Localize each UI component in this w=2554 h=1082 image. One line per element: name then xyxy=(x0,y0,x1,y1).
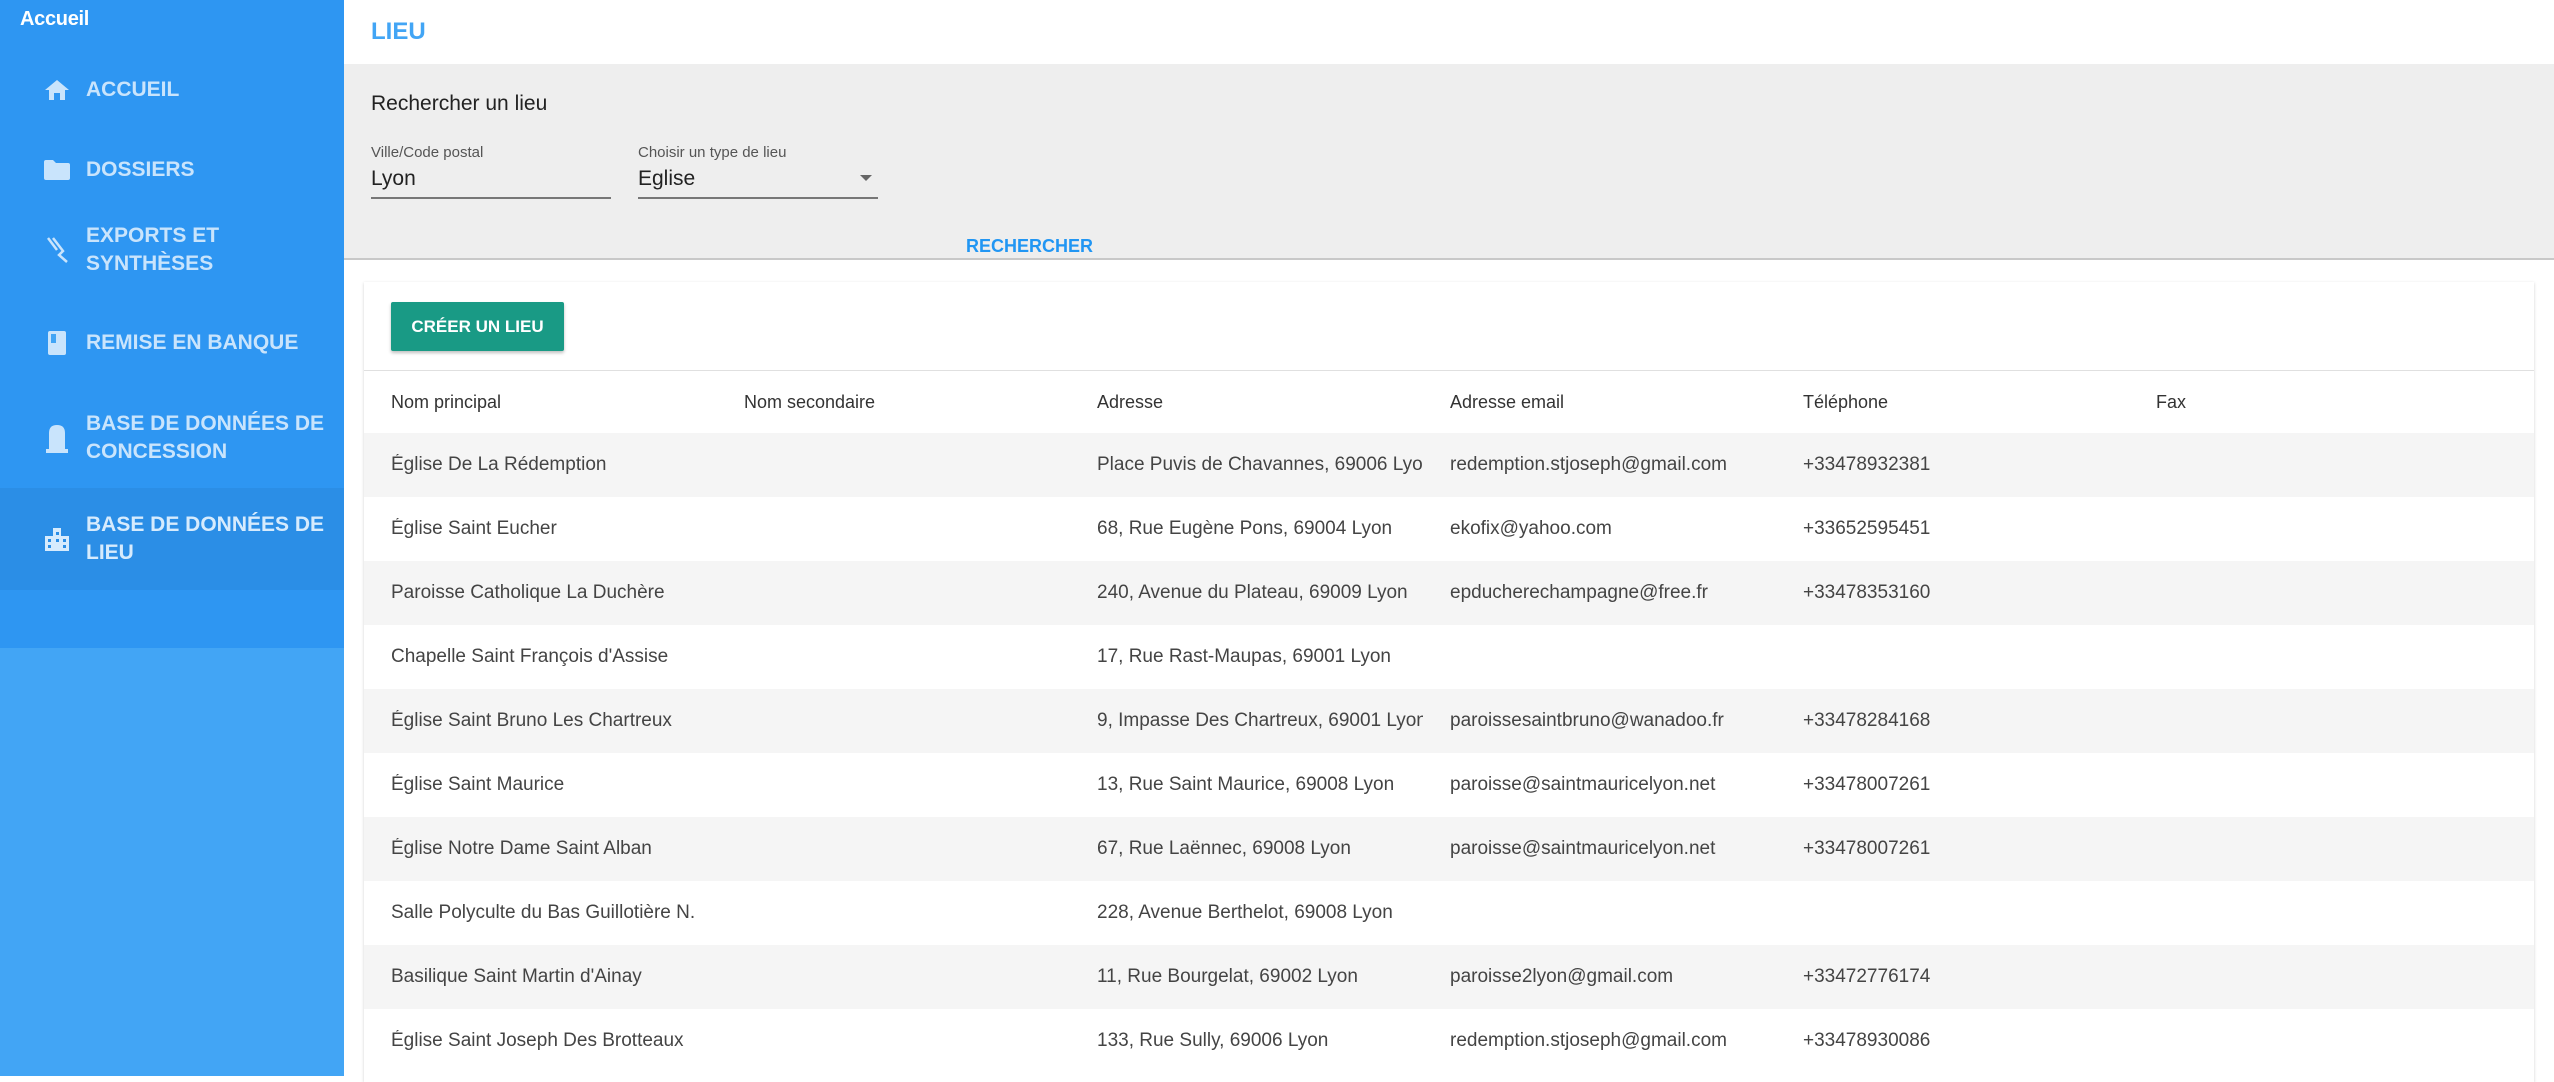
table-cell: epducherechampagne@free.fr xyxy=(1450,582,1709,603)
sidebar-item-concession[interactable]: BASE DE DONNÉES DE CONCESSION xyxy=(0,388,344,488)
sidebar-nav: Accueil ACCUEIL DOSSIERS EXPORTS ET SYNT… xyxy=(0,0,344,648)
home-icon xyxy=(42,75,72,105)
table-cell: Église Saint Maurice xyxy=(391,774,565,795)
table-cell: Salle Polyculte du Bas Guillotière N. xyxy=(391,902,696,923)
table-cell: Chapelle Saint François d'Assise xyxy=(391,646,669,667)
tombstone-icon xyxy=(42,423,72,453)
sidebar-item-label: REMISE EN BANQUE xyxy=(86,331,299,354)
table-cell: 68, Rue Eugène Pons, 69004 Lyon xyxy=(1097,518,1393,539)
sidebar-item-dossiers[interactable]: DOSSIERS xyxy=(0,138,344,202)
table-row[interactable]: Église Saint Eucher 68, Rue Eugène Pons, … xyxy=(364,497,2534,561)
table-cell: 11, Rue Bourgelat, 69002 Lyon xyxy=(1097,966,1358,987)
table-cell: +33478932381 xyxy=(1803,454,1931,475)
places-table: Nom principal Nom secondaire Adresse Adr… xyxy=(364,370,2534,1073)
table-cell: Église Saint Joseph Des Brotteaux xyxy=(391,1030,684,1051)
table-cell: Église De La Rédemption xyxy=(391,454,607,475)
column-header[interactable]: Nom principal xyxy=(364,392,717,413)
column-header[interactable]: Adresse email xyxy=(1423,392,1776,413)
folder-icon xyxy=(42,155,72,185)
main-content: LIEU Rechercher un lieu Ville/Code posta… xyxy=(344,0,2554,1082)
sidebar-item-exports[interactable]: EXPORTS ET SYNTHÈSES xyxy=(0,202,344,298)
table-row[interactable]: Paroisse Catholique La Duchère 240, Avenu… xyxy=(364,561,2534,625)
table-cell: ekofix@yahoo.com xyxy=(1450,518,1612,539)
table-cell: 133, Rue Sully, 69006 Lyon xyxy=(1097,1030,1329,1051)
table-cell: paroissesaintbruno@wanadoo.fr xyxy=(1450,710,1724,731)
table-cell: Église Notre Dame Saint Alban xyxy=(391,838,652,859)
table-row[interactable]: Église Saint Bruno Les Chartreux 9, Impas… xyxy=(364,689,2534,753)
pen-nib-icon xyxy=(42,235,72,265)
table-cell: +33652595451 xyxy=(1803,518,1931,539)
table-header: Nom principal Nom secondaire Adresse Adr… xyxy=(364,371,2534,433)
table-cell: paroisse@saintmauricelyon.net xyxy=(1450,774,1716,795)
place-type-label: Choisir un type de lieu xyxy=(638,144,787,161)
column-header[interactable]: Téléphone xyxy=(1776,392,2129,413)
city-input[interactable]: Lyon xyxy=(371,167,611,197)
search-title: Rechercher un lieu xyxy=(371,92,548,115)
search-button[interactable]: RECHERCHER xyxy=(966,236,1093,257)
building-icon xyxy=(42,524,72,554)
table-cell: Place Puvis de Chavannes, 69006 Lyon xyxy=(1097,454,1423,475)
column-header[interactable]: Nom secondaire xyxy=(717,392,1070,413)
sidebar-item-label: BASE DE DONNÉES DE CONCESSION xyxy=(86,412,325,463)
table-cell: 240, Avenue du Plateau, 69009 Lyon xyxy=(1097,582,1408,603)
table-cell: +33472776174 xyxy=(1803,966,1931,987)
table-cell: 13, Rue Saint Maurice, 69008 Lyon xyxy=(1097,774,1395,795)
city-field[interactable]: Ville/Code postal Lyon xyxy=(371,144,611,199)
chevron-down-icon[interactable] xyxy=(860,175,872,181)
sidebar-item-accueil[interactable]: ACCUEIL xyxy=(0,42,344,138)
table-cell: redemption.stjoseph@gmail.com xyxy=(1450,1030,1727,1051)
table-cell: 17, Rue Rast-Maupas, 69001 Lyon xyxy=(1097,646,1391,667)
table-cell: 67, Rue Laënnec, 69008 Lyon xyxy=(1097,838,1351,859)
place-type-select[interactable]: Choisir un type de lieu Eglise xyxy=(638,144,878,199)
table-row[interactable]: Chapelle Saint François d'Assise 17, Rue … xyxy=(364,625,2534,689)
sidebar-item-lieu[interactable]: BASE DE DONNÉES DE LIEU xyxy=(0,488,344,590)
column-header[interactable]: Adresse xyxy=(1070,392,1423,413)
table-cell: +33478007261 xyxy=(1803,774,1931,795)
page-title: LIEU xyxy=(371,18,426,45)
table-row[interactable]: Église De La Rédemption Place Puvis de Ch… xyxy=(364,433,2534,497)
sidebar-item-label: EXPORTS ET SYNTHÈSES xyxy=(86,224,220,275)
table-cell: Paroisse Catholique La Duchère xyxy=(391,582,665,603)
sidebar-item-label: DOSSIERS xyxy=(86,158,195,181)
book-icon xyxy=(42,328,72,358)
table-cell: Basilique Saint Martin d'Ainay xyxy=(391,966,642,987)
table-cell: Église Saint Eucher xyxy=(391,518,557,539)
places-card: CRÉER UN LIEU Nom principal Nom secondai… xyxy=(364,282,2534,1082)
table-cell: 228, Avenue Berthelot, 69008 Lyon xyxy=(1097,902,1393,923)
table-cell: +33478353160 xyxy=(1803,582,1931,603)
table-row[interactable]: Salle Polyculte du Bas Guillotière N. 228… xyxy=(364,881,2534,945)
table-cell: redemption.stjoseph@gmail.com xyxy=(1450,454,1727,475)
table-cell: Église Saint Bruno Les Chartreux xyxy=(391,710,672,731)
table-cell: paroisse2lyon@gmail.com xyxy=(1450,966,1674,987)
table-cell: +33478007261 xyxy=(1803,838,1931,859)
table-cell: 9, Impasse Des Chartreux, 69001 Lyon xyxy=(1097,710,1423,731)
create-place-button[interactable]: CRÉER UN LIEU xyxy=(391,302,564,351)
city-field-label: Ville/Code postal xyxy=(371,144,484,161)
table-row[interactable]: Basilique Saint Martin d'Ainay 11, Rue Bo… xyxy=(364,945,2534,1009)
sidebar-item-label: BASE DE DONNÉES DE LIEU xyxy=(86,513,325,564)
table-row[interactable]: Église Saint Joseph Des Brotteaux 133, Ru… xyxy=(364,1009,2534,1073)
table-row[interactable]: Église Notre Dame Saint Alban 67, Rue Laë… xyxy=(364,817,2534,881)
table-row[interactable]: Église Saint Maurice 13, Rue Saint Mauric… xyxy=(364,753,2534,817)
column-header[interactable]: Fax xyxy=(2129,392,2534,413)
search-panel: Rechercher un lieu Ville/Code postal Lyo… xyxy=(344,64,2554,260)
app-title[interactable]: Accueil xyxy=(0,0,344,42)
sidebar-item-remise[interactable]: REMISE EN BANQUE xyxy=(0,298,344,388)
table-cell: paroisse@saintmauricelyon.net xyxy=(1450,838,1716,859)
table-cell: +33478284168 xyxy=(1803,710,1931,731)
sidebar-item-label: ACCUEIL xyxy=(86,78,180,101)
table-cell: +33478930086 xyxy=(1803,1030,1931,1051)
place-type-value[interactable]: Eglise xyxy=(638,167,878,197)
sidebar: Accueil ACCUEIL DOSSIERS EXPORTS ET SYNT… xyxy=(0,0,344,1076)
